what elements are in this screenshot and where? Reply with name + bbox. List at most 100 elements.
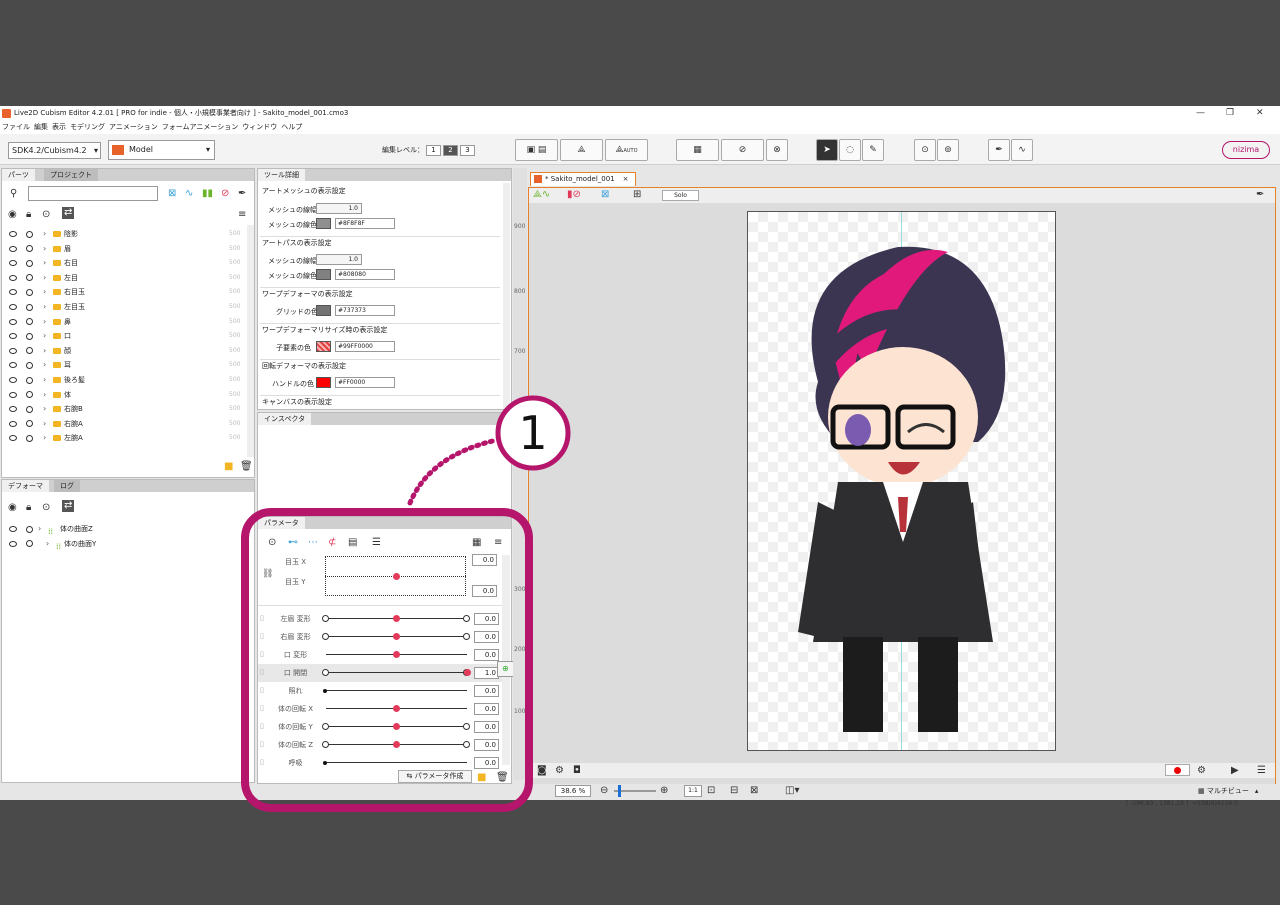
eye-icon[interactable] xyxy=(9,435,17,442)
warp-color-hex[interactable]: #737373 xyxy=(335,305,395,316)
nizima-button[interactable]: nizima xyxy=(1222,141,1270,159)
art-path-color-swatch[interactable] xyxy=(316,269,331,280)
lock-toggle-icon[interactable] xyxy=(26,274,33,282)
menu-file[interactable]: ファイル xyxy=(2,121,30,134)
fit-page-icon[interactable]: ⊠ xyxy=(750,785,758,797)
zoom-out-icon[interactable]: ⊖ xyxy=(600,785,608,797)
lock-toggle-icon[interactable] xyxy=(26,420,33,428)
art-mesh-color-hex[interactable]: #8F8F8F xyxy=(335,218,395,229)
parts-search-input[interactable] xyxy=(28,186,158,201)
chevron-right-icon[interactable]: › xyxy=(43,242,46,256)
deformer-toggle-icon[interactable]: ▮⊘ xyxy=(567,189,581,201)
arrow-tool-button[interactable]: ➤ xyxy=(816,139,838,161)
collapse-icon[interactable]: ⊙ xyxy=(42,502,50,514)
parts-scrollbar[interactable] xyxy=(247,225,254,457)
select-rotation-icon[interactable]: ⊘ xyxy=(221,188,229,200)
chevron-right-icon[interactable]: › xyxy=(43,315,46,329)
chevron-right-icon[interactable]: › xyxy=(43,417,46,431)
mesh-toggle-icon[interactable]: ⊠ xyxy=(601,189,609,201)
solo-button[interactable]: Solo xyxy=(662,190,699,201)
mesh-edit-button[interactable]: ⟁ xyxy=(560,139,603,161)
gear-icon[interactable]: ⚙ xyxy=(1197,765,1206,777)
new-folder-icon[interactable]: ■ xyxy=(224,461,233,473)
lock-toggle-icon[interactable] xyxy=(26,361,33,369)
tree-row[interactable]: › 左目 500 xyxy=(2,271,242,286)
menu-form-animation[interactable]: フォームアニメーション xyxy=(162,121,239,134)
tool-details-scrollbar[interactable] xyxy=(503,183,510,409)
tree-row[interactable]: › 左腕A 500 xyxy=(2,431,242,446)
menu-edit[interactable]: 編集 xyxy=(34,121,48,134)
close-icon[interactable]: ✕ xyxy=(1256,106,1264,121)
lock-toggle-icon[interactable] xyxy=(26,332,33,340)
lock-icon[interactable]: 🔒︎ xyxy=(26,209,31,221)
tree-row[interactable]: › 眉 500 xyxy=(2,242,242,257)
eye-icon[interactable] xyxy=(9,362,17,369)
eye-icon[interactable] xyxy=(9,274,17,281)
rotate-tool-button[interactable]: ⊙ xyxy=(914,139,936,161)
chevron-right-icon[interactable]: › xyxy=(43,344,46,358)
chevron-right-icon[interactable]: › xyxy=(43,329,46,343)
tree-row[interactable]: › 体 500 xyxy=(2,388,242,403)
lock-toggle-icon[interactable] xyxy=(26,525,33,533)
model-canvas[interactable] xyxy=(747,211,1056,751)
warp-color-swatch[interactable] xyxy=(316,305,331,316)
restore-icon[interactable]: ❐ xyxy=(1226,106,1234,121)
pen-icon[interactable]: ✒ xyxy=(1256,189,1264,201)
tree-row[interactable]: › 口 500 xyxy=(2,329,242,344)
chevron-icon[interactable]: › xyxy=(38,522,41,536)
menu-modeling[interactable]: モデリング xyxy=(70,121,105,134)
art-path-width-input[interactable]: 1.0 xyxy=(316,254,362,265)
rotation-deformer-button[interactable]: ⊘ xyxy=(721,139,764,161)
tab-inspector[interactable]: インスペクタ xyxy=(258,413,312,425)
select-mesh-icon[interactable]: ⊠ xyxy=(168,188,176,200)
visibility-toggle-icon[interactable]: ⟁∿ xyxy=(533,189,550,201)
zoom-slider-thumb[interactable] xyxy=(618,785,621,797)
tree-row[interactable]: › 右腕A 500 xyxy=(2,417,242,432)
eye-icon[interactable] xyxy=(9,540,17,547)
zoom-slider[interactable] xyxy=(614,785,656,797)
edit-level-3[interactable]: 3 xyxy=(460,145,475,156)
tab-canvas[interactable]: * Sakito_model_001 × xyxy=(530,172,636,186)
deformer-row[interactable]: › ⁞⁞ 体の曲面Y xyxy=(2,537,242,552)
chevron-right-icon[interactable]: › xyxy=(43,300,46,314)
rotation-color-hex[interactable]: #FF0000 xyxy=(335,377,395,388)
chevron-right-icon[interactable]: › xyxy=(43,388,46,402)
chevron-right-icon[interactable]: › xyxy=(43,373,46,387)
sync-icon[interactable]: ⇄ xyxy=(62,207,75,219)
edit-level-1[interactable]: 1 xyxy=(426,145,441,156)
collapse-icon[interactable]: ⊙ xyxy=(42,209,50,221)
camera-video-icon[interactable]: ◘ xyxy=(573,765,581,777)
zoom-in-icon[interactable]: ⊕ xyxy=(660,785,668,797)
lock-toggle-icon[interactable] xyxy=(26,376,33,384)
tree-row[interactable]: › 右目 500 xyxy=(2,256,242,271)
eye-icon[interactable] xyxy=(9,318,17,325)
mode-select[interactable]: Model ▾ xyxy=(108,140,215,160)
chevron-right-icon[interactable]: › xyxy=(43,358,46,372)
zoom-input[interactable]: 38.6 % xyxy=(555,785,591,797)
tree-row[interactable]: › 鼻 500 xyxy=(2,315,242,330)
warp-resize-color-hex[interactable]: #99FF0000 xyxy=(335,341,395,352)
menu-view[interactable]: 表示 xyxy=(52,121,66,134)
tree-row[interactable]: › 左目玉 500 xyxy=(2,300,242,315)
tab-project[interactable]: プロジェクト xyxy=(44,169,98,181)
multiview-button[interactable]: ▦ マルチビュー ▴ xyxy=(1198,785,1272,797)
eye-icon[interactable] xyxy=(9,406,17,413)
eye-icon[interactable] xyxy=(9,231,17,237)
pen-icon[interactable]: ✒ xyxy=(238,188,246,200)
chevron-right-icon[interactable]: › xyxy=(43,227,46,241)
lock-toggle-icon[interactable] xyxy=(26,318,33,326)
chevron-icon[interactable]: › xyxy=(46,537,49,551)
tab-parts[interactable]: パーツ xyxy=(2,169,35,181)
auto-mesh-button[interactable]: ⟁AUTO xyxy=(605,139,648,161)
lock-toggle-icon[interactable] xyxy=(26,540,33,548)
lock-toggle-icon[interactable] xyxy=(26,434,33,442)
canvas-area[interactable]: ⟁∿ ▮⊘ ⊠ ⊞ Solo ✒ ◙ ⚙ ◘ ⚙ ▶ ☰ xyxy=(528,187,1276,793)
view-mode-icon[interactable]: ◫▾ xyxy=(785,785,799,797)
eye-icon[interactable] xyxy=(9,347,17,354)
eye-header-icon[interactable]: ◉ xyxy=(8,209,17,221)
tree-row[interactable]: › 耳 500 xyxy=(2,358,242,373)
eye-icon[interactable] xyxy=(9,526,17,532)
eye-icon[interactable] xyxy=(9,377,17,383)
camera-icon[interactable]: ◙ xyxy=(537,765,547,777)
tree-row[interactable]: › 陰影 500 xyxy=(2,227,242,242)
